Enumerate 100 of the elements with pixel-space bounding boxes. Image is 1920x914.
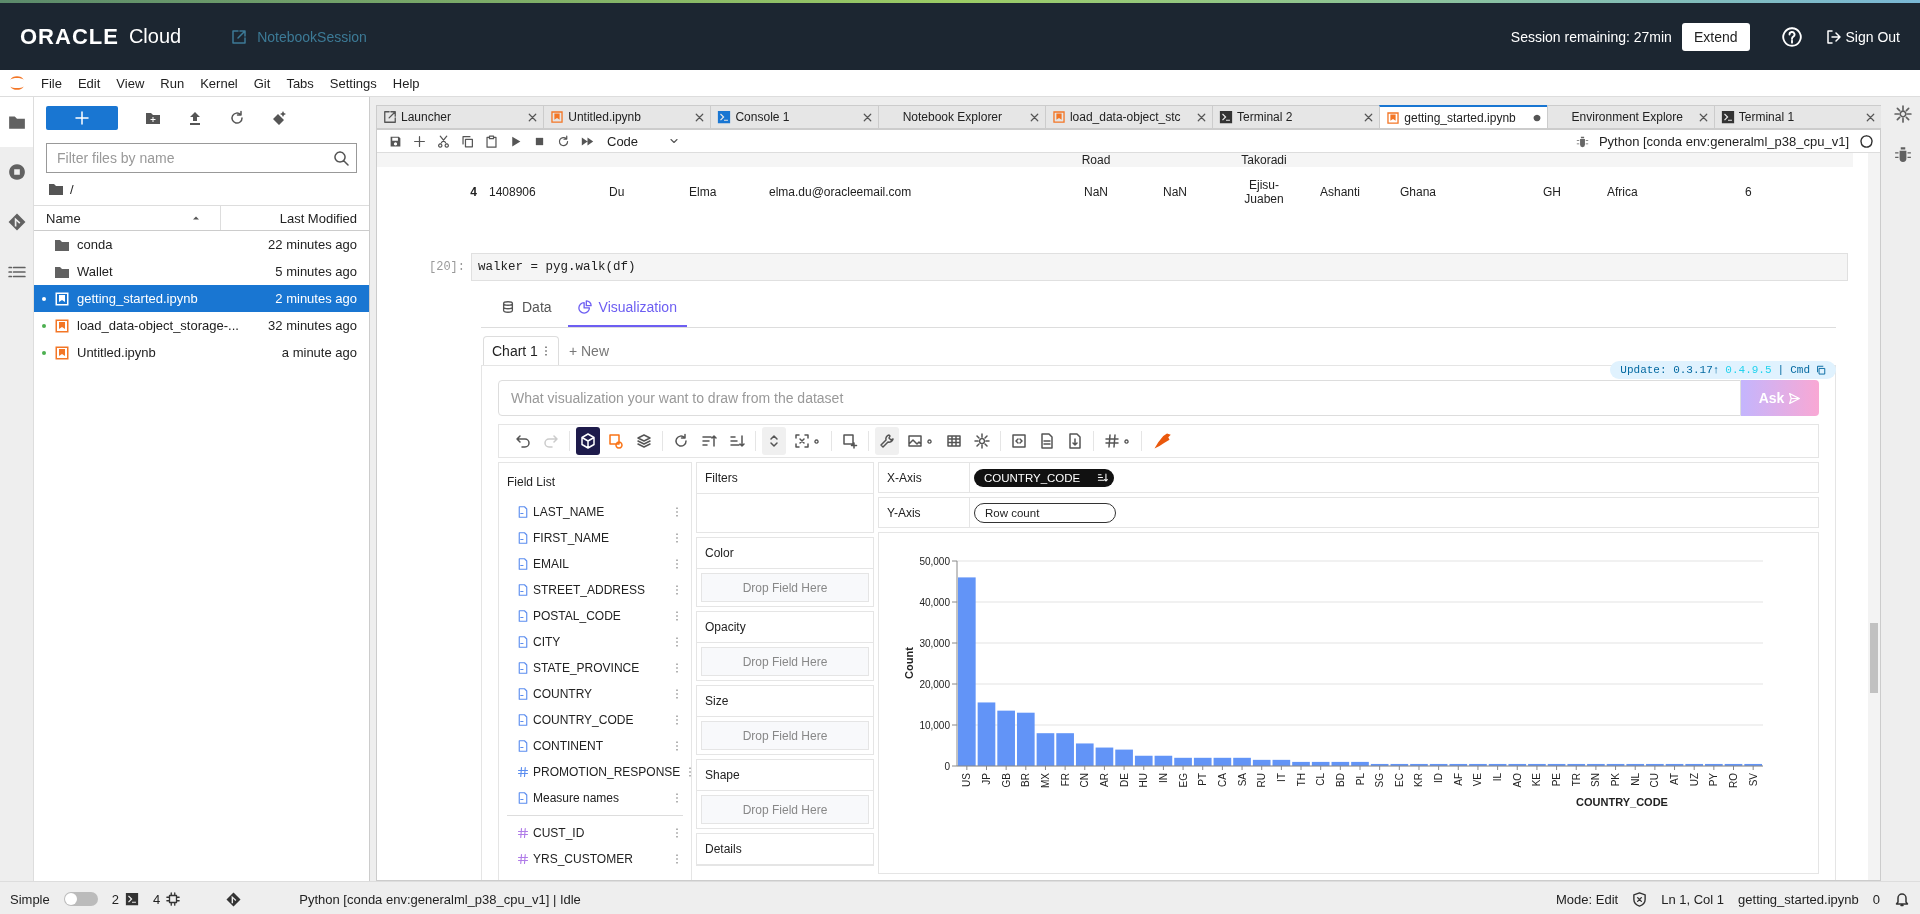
chart-tab[interactable]: Chart 1 [483, 336, 559, 365]
ask-input[interactable]: What visualization your want to draw from the dataset [498, 380, 1741, 416]
stop-icon[interactable] [7, 163, 26, 181]
cut-icon[interactable] [436, 134, 450, 148]
menu-item[interactable]: File [33, 75, 70, 91]
field-item[interactable]: LAST_NAME [507, 499, 683, 525]
field-item[interactable]: YRS_CUSTOMER [507, 846, 683, 872]
file-modified: a minute ago [281, 345, 358, 360]
menu-item[interactable]: Kernel [192, 75, 246, 91]
column-header[interactable]: Name [46, 210, 81, 226]
git-icon[interactable] [7, 213, 26, 231]
drop-zone[interactable]: Drop Field Here [701, 573, 869, 602]
new-launcher-button[interactable] [46, 106, 118, 130]
field-item[interactable]: EMAIL [507, 551, 683, 577]
new-chart-tab[interactable]: + New [568, 342, 609, 359]
menu-item[interactable]: View [108, 75, 153, 91]
shield-icon[interactable] [1632, 891, 1648, 907]
terminal-count[interactable]: 2 [111, 891, 119, 907]
cube-button[interactable] [576, 427, 600, 455]
refresh-icon[interactable] [556, 134, 570, 148]
paste-icon[interactable] [484, 134, 498, 148]
field-item[interactable]: STREET_ADDRESS [507, 577, 683, 603]
menu-item[interactable]: Git [245, 75, 279, 91]
file-row[interactable]: conda 22 minutes ago [34, 231, 369, 258]
cell-type-dropdown[interactable]: Code [607, 133, 681, 149]
logo-product-name[interactable]: Cloud [128, 25, 182, 48]
file-row[interactable]: load_data-object_storage-... 32 minutes ago [34, 312, 369, 339]
column-header[interactable]: Last Modified [221, 210, 369, 226]
document-tab[interactable]: Untitled.ipynb [543, 105, 711, 129]
cursor-position[interactable]: Ln 1, Col 1 [1661, 891, 1725, 907]
field-item[interactable]: POSTAL_CODE [507, 603, 683, 629]
menu-item[interactable]: Edit [69, 75, 109, 91]
sign-out-link[interactable]: Sign Out [1825, 28, 1900, 45]
field-item[interactable]: COUNTRY_CODE [507, 707, 683, 733]
menu-item[interactable]: Help [384, 75, 428, 91]
document-tab[interactable]: Launcher [376, 105, 544, 129]
field-item[interactable]: CUST_ID [507, 820, 683, 846]
field-item[interactable]: PROMOTION_RESPONSE [507, 759, 683, 785]
document-tab[interactable]: Terminal 2 [1212, 105, 1380, 129]
code-cell[interactable]: walker = pyg.walk(df) [471, 253, 1848, 281]
menu-item[interactable]: Run [152, 75, 193, 91]
logo-wordmark[interactable]: ORACLE [20, 23, 119, 50]
latest-version: 0.4.9.5 [1725, 364, 1772, 376]
field-pill[interactable]: COUNTRY_CODE [974, 468, 1114, 487]
field-pill[interactable]: Row count [974, 502, 1116, 523]
field-item[interactable]: COUNTRY [507, 681, 683, 707]
launcher-icon [383, 110, 397, 124]
settings-gear-icon [1122, 436, 1131, 446]
document-tab[interactable]: Terminal 1 [1713, 105, 1881, 129]
bell-icon[interactable] [1894, 891, 1910, 907]
axis-tick-label: AF [1452, 773, 1464, 786]
extend-button[interactable]: Extend [1681, 22, 1750, 51]
file-browser-tab[interactable] [0, 97, 33, 147]
git-icon[interactable] [226, 891, 242, 907]
breadcrumb[interactable]: / [70, 181, 74, 197]
simple-mode-toggle[interactable] [63, 892, 98, 906]
document-tab[interactable]: Console 1 [710, 105, 878, 129]
file-row[interactable]: getting_started.ipynb 2 minutes ago [34, 285, 369, 312]
field-item[interactable]: CITY [507, 629, 683, 655]
bug-icon[interactable] [1893, 145, 1912, 163]
new-folder-icon[interactable] [145, 110, 161, 126]
drop-zone[interactable]: Drop Field Here [701, 795, 869, 824]
help-icon[interactable] [1781, 26, 1802, 47]
document-tab[interactable]: load_data-object_stc [1044, 105, 1213, 129]
document-tab[interactable]: Notebook Explorer [877, 105, 1045, 129]
search-field[interactable]: Filter files by name [46, 143, 357, 173]
drop-zone[interactable]: Drop Field Here [701, 647, 869, 676]
scrollbar-thumb[interactable] [1870, 623, 1878, 693]
field-item[interactable]: CONTINENT [507, 733, 683, 759]
refresh-icon[interactable] [229, 110, 245, 126]
copy-icon[interactable] [460, 134, 474, 148]
kernel-status[interactable]: Python [conda env:generalml_p38_cpu_v1] | Idle [299, 891, 581, 907]
git-clone-icon[interactable] [271, 110, 287, 126]
document-tab[interactable]: getting_started.ipynb [1379, 105, 1547, 129]
plus-icon[interactable] [412, 134, 426, 148]
kernel-count[interactable]: 4 [153, 891, 161, 907]
code-icon [1011, 433, 1027, 449]
axis-tick-label: 40,000 [919, 596, 950, 608]
update-badge[interactable]: Update: 0.3.17↑ 0.4.9.5 | Cmd [1610, 361, 1836, 379]
file-row[interactable]: Wallet 5 minutes ago [34, 258, 369, 285]
upload-icon[interactable] [187, 110, 203, 126]
wrench-button[interactable] [875, 427, 899, 455]
bug-icon[interactable] [1575, 134, 1589, 148]
gear-icon[interactable] [1893, 105, 1912, 123]
drop-zone[interactable]: Drop Field Here [701, 721, 869, 750]
save-icon[interactable] [388, 134, 402, 148]
chevrons-button[interactable] [762, 427, 786, 455]
field-item[interactable]: STATE_PROVINCE [507, 655, 683, 681]
view-tab[interactable]: Data [491, 289, 562, 327]
menu-item[interactable]: Tabs [278, 75, 322, 91]
document-tab[interactable]: Environment Explore [1546, 105, 1714, 129]
view-tab[interactable]: Visualization [567, 289, 687, 327]
field-item[interactable]: Measure names [507, 785, 683, 811]
kernel-name[interactable]: Python [conda env:generalml_p38_cpu_v1] [1598, 133, 1849, 149]
field-item[interactable]: FIRST_NAME [507, 525, 683, 551]
file-row[interactable]: Untitled.ipynb a minute ago [34, 339, 369, 366]
notification-count[interactable]: 0 [1872, 891, 1880, 907]
table-cell-text: NaN [1162, 185, 1188, 199]
external-link-icon [231, 28, 248, 45]
menu-item[interactable]: Settings [321, 75, 385, 91]
